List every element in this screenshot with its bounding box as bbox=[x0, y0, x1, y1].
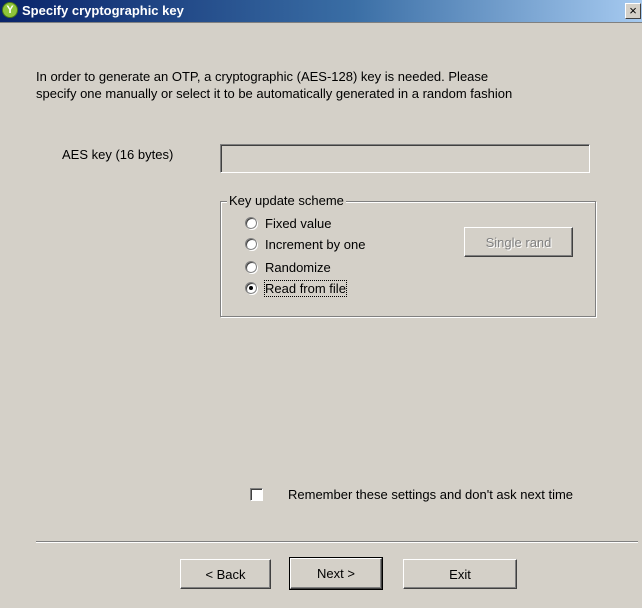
title-bar: Y Specify cryptographic key × bbox=[0, 0, 642, 23]
back-button[interactable]: < Back bbox=[180, 559, 271, 589]
intro-line-2: specify one manually or select it to be … bbox=[36, 86, 513, 101]
intro-line-1: In order to generate an OTP, a cryptogra… bbox=[36, 69, 489, 84]
radio-button[interactable] bbox=[245, 261, 257, 273]
intro-text: In order to generate an OTP, a cryptogra… bbox=[36, 68, 636, 102]
radio-label: Read from file bbox=[264, 280, 347, 297]
yubico-logo-icon: Y bbox=[2, 2, 18, 18]
radio-label: Increment by one bbox=[265, 237, 366, 252]
radio-label: Fixed value bbox=[265, 216, 332, 231]
exit-button[interactable]: Exit bbox=[403, 559, 517, 589]
close-button[interactable]: × bbox=[625, 3, 641, 19]
remember-settings-label: Remember these settings and don't ask ne… bbox=[288, 487, 574, 502]
radio-button[interactable] bbox=[245, 282, 257, 294]
group-legend: Key update scheme bbox=[227, 193, 346, 208]
single-rand-button[interactable]: Single rand bbox=[464, 227, 573, 257]
remember-settings-checkbox[interactable] bbox=[250, 488, 263, 501]
radio-label: Randomize bbox=[265, 260, 331, 275]
window-title: Specify cryptographic key bbox=[22, 3, 184, 18]
next-button[interactable]: Next > bbox=[289, 557, 383, 590]
radio-button[interactable] bbox=[245, 217, 257, 229]
separator bbox=[36, 541, 638, 543]
radio-button[interactable] bbox=[245, 238, 257, 250]
key-update-scheme-group: Key update scheme Fixed value Increment … bbox=[220, 193, 596, 317]
aes-key-label: AES key (16 bytes) bbox=[62, 147, 174, 162]
aes-key-input[interactable] bbox=[220, 144, 590, 173]
